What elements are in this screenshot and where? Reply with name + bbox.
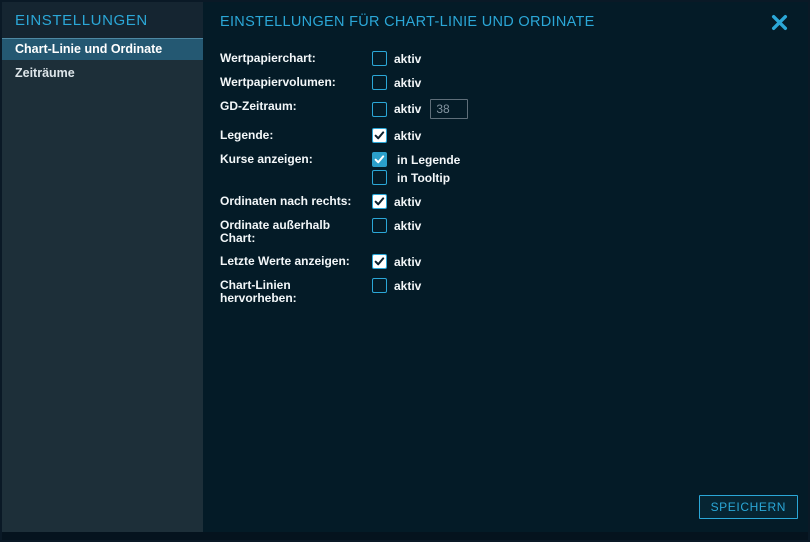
close-icon [771,14,788,31]
wertpapiervolumen-aktiv-checkbox-label: aktiv [394,76,421,90]
ordinaten-nach-rechts-label: Ordinaten nach rechts: [220,194,372,208]
ordinate-ausserhalb-chart-aktiv-checkbox-label: aktiv [394,219,421,233]
chart-linien-hervorheben-label: Chart-Linien hervorheben: [220,278,372,305]
close-button[interactable] [768,11,790,33]
form-row-legende: Legende: aktiv [220,128,808,143]
ordinaten-nach-rechts-aktiv-checkbox-label: aktiv [394,195,421,209]
dialog-title: EINSTELLUNGEN FÜR CHART-LINIE UND ORDINA… [220,14,768,30]
legende-controls: aktiv [372,128,421,143]
save-button[interactable]: SPEICHERN [699,495,798,519]
gd-zeitraum-aktiv-checkbox[interactable]: aktiv [372,102,421,117]
kurse-anzeigen-controls: in Legende in Tooltip [372,152,460,185]
checkbox-unchecked-icon[interactable] [372,170,387,185]
form-row-wertpapiervolumen: Wertpapiervolumen: aktiv [220,75,808,90]
kurse-in-legende-checkbox-label: in Legende [397,153,460,167]
legende-aktiv-checkbox-label: aktiv [394,129,421,143]
chart-linien-hervorheben-aktiv-checkbox[interactable]: aktiv [372,278,421,293]
checkbox-unchecked-icon[interactable] [372,75,387,90]
ordinate-ausserhalb-chart-label: Ordinate außerhalb Chart: [220,218,372,245]
sidebar: EINSTELLUNGEN Chart-Linie und OrdinateZe… [2,2,203,532]
ordinaten-nach-rechts-aktiv-checkbox[interactable]: aktiv [372,194,421,209]
wertpapierchart-aktiv-checkbox[interactable]: aktiv [372,51,421,66]
chart-linien-hervorheben-aktiv-checkbox-label: aktiv [394,279,421,293]
kurse-in-legende-checkbox[interactable]: in Legende [372,152,460,167]
sidebar-title: EINSTELLUNGEN [2,2,203,38]
checkbox-unchecked-icon[interactable] [372,51,387,66]
form-row-wertpapierchart: Wertpapierchart: aktiv [220,51,808,66]
checkbox-checked-icon[interactable] [372,152,387,167]
sidebar-nav: Chart-Linie und OrdinateZeiträume [2,38,203,84]
window-bottom-bar [2,532,808,540]
form-row-kurse-anzeigen: Kurse anzeigen: in Legende in Tooltip [220,152,808,185]
gd-zeitraum-aktiv-checkbox-label: aktiv [394,102,421,116]
form: Wertpapierchart: aktiv Wertpapiervolumen: a… [203,42,808,305]
checkbox-checked-icon[interactable] [372,194,387,209]
kurse-in-tooltip-checkbox-label: in Tooltip [397,171,450,185]
checkbox-checked-icon[interactable] [372,254,387,269]
wertpapiervolumen-aktiv-checkbox[interactable]: aktiv [372,75,421,90]
form-row-letzte-werte-anzeigen: Letzte Werte anzeigen: aktiv [220,254,808,269]
letzte-werte-anzeigen-aktiv-checkbox[interactable]: aktiv [372,254,421,269]
form-row-ordinate-ausserhalb-chart: Ordinate außerhalb Chart: aktiv [220,218,808,245]
wertpapierchart-controls: aktiv [372,51,421,66]
form-row-gd-zeitraum: GD-Zeitraum: aktiv [220,99,808,119]
legende-label: Legende: [220,128,372,142]
gd-zeitraum-label: GD-Zeitraum: [220,99,372,113]
chart-linien-hervorheben-controls: aktiv [372,278,421,293]
form-row-ordinaten-nach-rechts: Ordinaten nach rechts: aktiv [220,194,808,209]
wertpapiervolumen-label: Wertpapiervolumen: [220,75,372,89]
ordinaten-nach-rechts-controls: aktiv [372,194,421,209]
letzte-werte-anzeigen-label: Letzte Werte anzeigen: [220,254,372,268]
legende-aktiv-checkbox[interactable]: aktiv [372,128,421,143]
form-row-chart-linien-hervorheben: Chart-Linien hervorheben: aktiv [220,278,808,305]
main-panel: EINSTELLUNGEN FÜR CHART-LINIE UND ORDINA… [203,2,808,532]
letzte-werte-anzeigen-controls: aktiv [372,254,421,269]
dialog-header: EINSTELLUNGEN FÜR CHART-LINIE UND ORDINA… [203,2,808,42]
checkbox-unchecked-icon[interactable] [372,102,387,117]
wertpapierchart-aktiv-checkbox-label: aktiv [394,52,421,66]
gd-zeitraum-value-input[interactable] [430,99,468,119]
checkbox-checked-icon[interactable] [372,128,387,143]
ordinate-ausserhalb-chart-controls: aktiv [372,218,421,233]
ordinate-ausserhalb-chart-aktiv-checkbox[interactable]: aktiv [372,218,421,233]
wertpapierchart-label: Wertpapierchart: [220,51,372,65]
kurse-in-tooltip-checkbox[interactable]: in Tooltip [372,170,450,185]
checkbox-unchecked-icon[interactable] [372,278,387,293]
checkbox-unchecked-icon[interactable] [372,218,387,233]
settings-window: EINSTELLUNGEN Chart-Linie und OrdinateZe… [0,0,810,542]
wertpapiervolumen-controls: aktiv [372,75,421,90]
kurse-anzeigen-label: Kurse anzeigen: [220,152,372,166]
letzte-werte-anzeigen-aktiv-checkbox-label: aktiv [394,255,421,269]
gd-zeitraum-controls: aktiv [372,99,468,119]
sidebar-item-chart-linie-und-ordinate[interactable]: Chart-Linie und Ordinate [2,38,203,60]
sidebar-item-zeitraeume[interactable]: Zeiträume [2,62,203,84]
